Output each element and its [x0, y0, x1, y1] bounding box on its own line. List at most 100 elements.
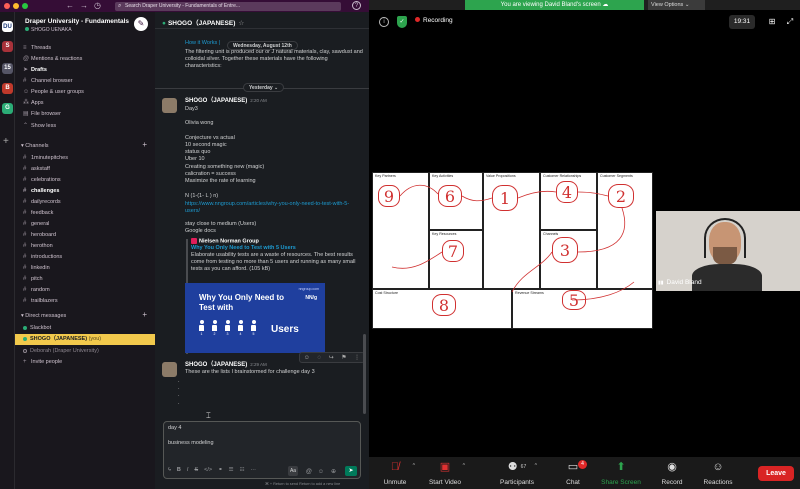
sidebar-channel-celebrations[interactable]: # celebrations	[23, 175, 61, 185]
back-arrow-icon[interactable]: ←	[66, 0, 74, 12]
participants-button[interactable]: ⚉ 67 Participants ^	[495, 461, 539, 486]
security-shield-icon[interactable]: ✓	[397, 16, 407, 28]
sidebar-channel-random[interactable]: # random	[23, 285, 50, 295]
shared-screen-canvas[interactable]: Key Partners Key Activities Value Propos…	[372, 172, 653, 329]
message-time[interactable]: 2:29 AM	[250, 362, 267, 367]
workspace-name[interactable]: Draper University - Fundamentals o...	[25, 18, 129, 25]
dm-item-slackbot[interactable]: Slackbot	[23, 323, 51, 333]
workspace-draper-icon[interactable]: DU	[2, 21, 13, 32]
maximize-window-button[interactable]	[22, 3, 28, 9]
invite-people-button[interactable]: + Invite people	[23, 357, 62, 367]
leave-button[interactable]: Leave	[758, 466, 794, 481]
sidebar-channel-pitch[interactable]: # pitch	[23, 274, 43, 284]
unfurl-title[interactable]: Why You Only Need to Test with 5 Users	[191, 245, 361, 252]
sidebar-channel-1minutepitches[interactable]: #1minutepitches	[23, 153, 68, 163]
emoji-icon[interactable]: ☺	[318, 469, 324, 475]
share-screen-button[interactable]: ⬆ Share Screen	[599, 461, 643, 486]
dm-item-deborah[interactable]: Deborah (Draper University)	[23, 346, 99, 356]
chevron-up-icon[interactable]: ^	[413, 463, 415, 469]
info-icon[interactable]: i	[379, 17, 389, 27]
workspace-15-icon[interactable]: 15	[2, 63, 13, 74]
start-video-button[interactable]: ▣ Start Video ^	[423, 461, 467, 486]
sidebar-item-show-less[interactable]: ⌃ Show less	[23, 121, 56, 131]
mention-icon[interactable]: @	[306, 469, 312, 475]
strike-icon[interactable]: S	[194, 467, 198, 473]
attach-icon[interactable]: ⊕	[331, 468, 336, 475]
message-author[interactable]: SHOGO（JAPANESE)	[185, 98, 247, 104]
more-formatting-icon[interactable]: ⋯	[251, 467, 257, 473]
dm-section-header[interactable]: ▾ Direct messages	[21, 311, 66, 321]
share-icon[interactable]: ↪	[329, 354, 334, 361]
add-dm-icon[interactable]: +	[142, 310, 147, 319]
message-time[interactable]: 2:20 AM	[250, 98, 267, 103]
unmute-button[interactable]: 🎙̸ Unmute ^	[373, 461, 417, 486]
channels-section-header[interactable]: ▾ Channels	[21, 141, 49, 151]
formatting-toggle-button[interactable]: Aa	[288, 466, 298, 476]
sidebar-channel-herothon[interactable]: # herothon	[23, 241, 53, 251]
help-icon[interactable]: ?	[352, 1, 361, 10]
history-icon[interactable]: ◷	[94, 0, 101, 12]
scrollbar[interactable]	[363, 334, 366, 414]
sidebar-item-channel-browser[interactable]: # Channel browser	[23, 76, 73, 86]
avatar[interactable]	[162, 98, 177, 113]
bookmark-icon[interactable]: ⚑	[341, 354, 346, 361]
ordered-list-icon[interactable]: ☰	[229, 467, 234, 473]
dm-item-self[interactable]: SHOGO（JAPANESE) (you)	[15, 334, 155, 345]
link-icon[interactable]: ⚭	[218, 467, 223, 473]
compose-icon[interactable]: ✎	[134, 17, 148, 31]
more-icon[interactable]: ⋮	[354, 354, 360, 361]
sidebar-channel-dailyrecords[interactable]: # dailyrecords	[23, 197, 61, 207]
close-window-button[interactable]	[4, 3, 10, 9]
sidebar-channel-heroboard[interactable]: # heroboard	[23, 230, 56, 240]
avatar[interactable]	[162, 362, 177, 377]
sidebar-item-file-browser[interactable]: ▤ File browser	[23, 109, 61, 119]
sidebar-item-apps[interactable]: ⁂ Apps	[23, 98, 44, 108]
star-icon[interactable]: ☆	[238, 20, 244, 27]
reaction-icon[interactable]: ☺	[304, 355, 310, 361]
workspace-b-icon[interactable]: B	[2, 83, 13, 94]
code-icon[interactable]: </>	[204, 467, 212, 473]
italic-icon[interactable]: I	[187, 467, 189, 473]
previous-message-link[interactable]: How it Works |	[185, 40, 220, 46]
recording-indicator[interactable]: Recording	[415, 17, 453, 24]
lightning-icon[interactable]: ϟ	[168, 467, 171, 473]
workspace-g-icon[interactable]: G	[2, 103, 13, 114]
send-button[interactable]: ➤	[345, 466, 357, 476]
workspace-s-icon[interactable]: S	[2, 41, 13, 52]
sidebar-item-people[interactable]: ☺ People & user groups	[23, 87, 84, 97]
sidebar-item-drafts[interactable]: ➤ Drafts	[23, 65, 47, 75]
reactions-button[interactable]: ☺ Reactions	[696, 461, 740, 486]
view-options-menu[interactable]: View Options ⌄	[648, 0, 705, 10]
search-input[interactable]: ⌕ Search Draper University - Fundamental…	[115, 2, 341, 11]
composer-input[interactable]: day 4 business modeling	[168, 425, 214, 448]
bullet-list-icon[interactable]: ☷	[240, 467, 245, 473]
minimize-window-button[interactable]	[13, 3, 19, 9]
sidebar-channel-challenges[interactable]: # challenges	[23, 186, 59, 196]
yesterday-divider[interactable]: Yesterday ⌄	[243, 83, 285, 92]
message-author[interactable]: SHOGO（JAPANESE)	[185, 362, 247, 368]
message-composer[interactable]: day 4 business modeling ϟ B I S </> ⚭ ☰ …	[163, 421, 361, 479]
sidebar-channel-introductions[interactable]: # introductions	[23, 252, 62, 262]
message-link[interactable]: https://www.nngroup.com/articles/why-you…	[185, 201, 363, 215]
sidebar-channel-trailblazers[interactable]: # trailblazers	[23, 296, 58, 306]
forward-arrow-icon[interactable]: →	[80, 0, 88, 12]
chevron-up-icon[interactable]: ^	[535, 463, 537, 469]
thread-icon[interactable]: ◌	[317, 355, 321, 361]
add-workspace-icon[interactable]: +	[3, 136, 9, 147]
bold-icon[interactable]: B	[177, 467, 181, 473]
record-button[interactable]: ◉ Record	[650, 461, 694, 486]
chevron-up-icon[interactable]: ^	[463, 463, 465, 469]
sidebar-item-mentions[interactable]: @ Mentions & reactions	[23, 54, 82, 64]
sidebar-channel-feedback[interactable]: # feedback	[23, 208, 53, 218]
gallery-view-icon[interactable]: ⊞	[765, 15, 779, 29]
sidebar-channel-askstaff[interactable]: # askstaff	[23, 164, 50, 174]
sidebar-channel-general[interactable]: # general	[23, 219, 49, 229]
sidebar-item-threads[interactable]: ≡ Threads	[23, 43, 51, 53]
chat-button[interactable]: ▭ 4 Chat	[551, 460, 595, 486]
fullscreen-icon[interactable]: ⤢	[783, 15, 797, 29]
unfurl-thumbnail[interactable]: nngroup.com Why You Only Need to Test wi…	[185, 283, 325, 353]
channel-title[interactable]: ● SHOGO（JAPANESE) ☆	[162, 17, 244, 27]
sidebar-channel-linkedin[interactable]: # linkedin	[23, 263, 50, 273]
hash-icon: #	[23, 188, 27, 194]
add-channel-icon[interactable]: +	[142, 140, 147, 149]
